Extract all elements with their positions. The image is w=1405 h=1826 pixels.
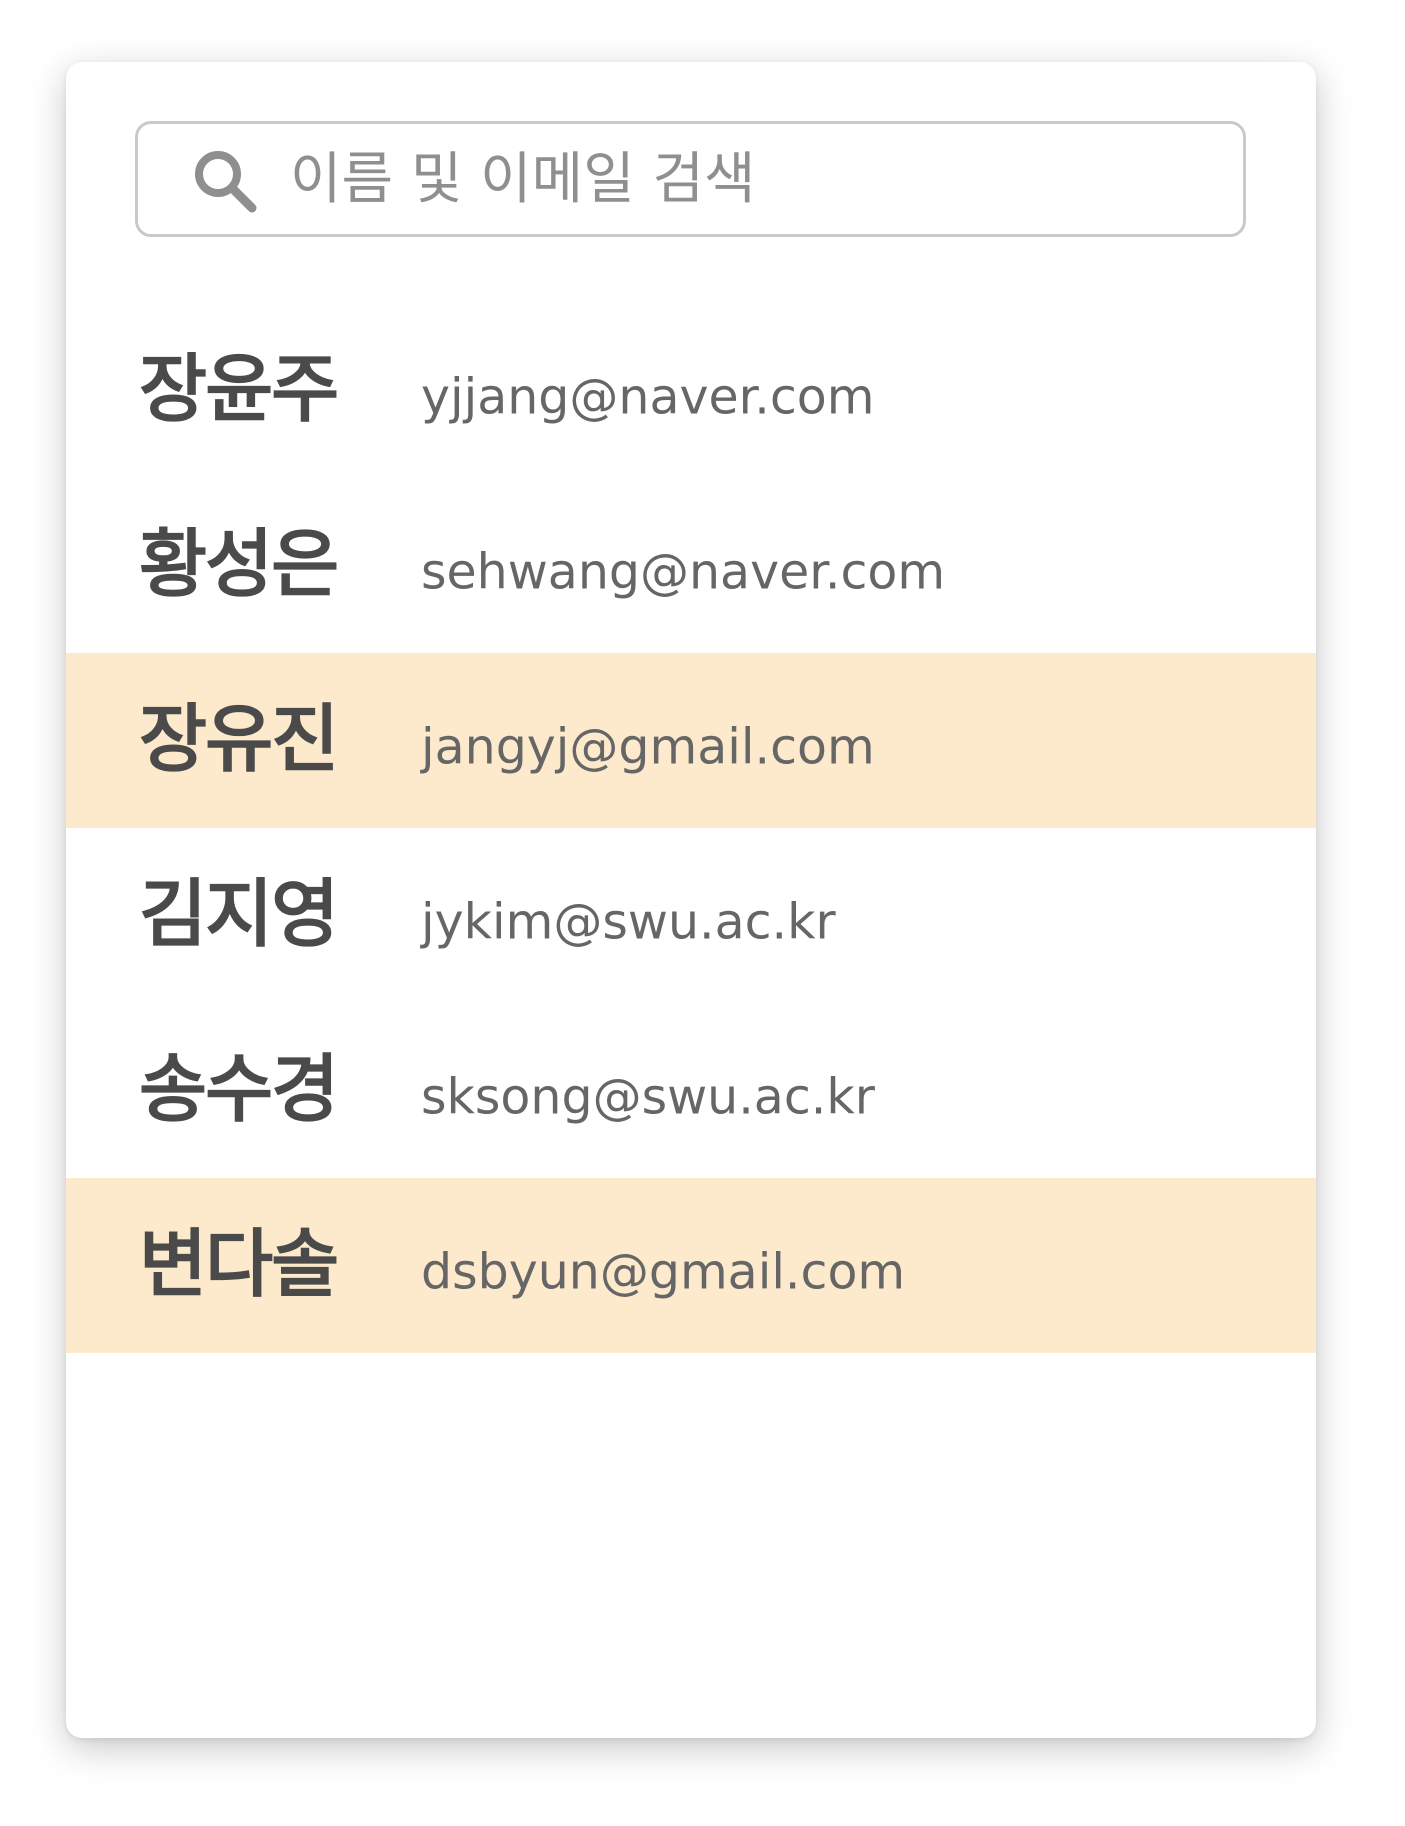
contact-name: 장윤주 — [139, 346, 339, 432]
contact-name: 황성은 — [139, 521, 339, 607]
contact-name: 송수경 — [139, 1046, 339, 1132]
contact-row[interactable]: 변다솔 dsbyun@gmail.com — [66, 1178, 1316, 1353]
contact-email: sksong@swu.ac.kr — [421, 1068, 875, 1125]
contact-row[interactable]: 황성은 sehwang@naver.com — [66, 478, 1316, 653]
contact-name: 김지영 — [139, 871, 339, 957]
contact-search-panel: 장윤주 yjjang@naver.com 황성은 sehwang@naver.c… — [66, 62, 1316, 1738]
contact-email: dsbyun@gmail.com — [421, 1243, 906, 1300]
contact-email: yjjang@naver.com — [421, 368, 875, 425]
contact-row[interactable]: 김지영 jykim@swu.ac.kr — [66, 828, 1316, 1003]
contact-row[interactable]: 송수경 sksong@swu.ac.kr — [66, 1003, 1316, 1178]
search-input[interactable] — [290, 134, 1220, 224]
contact-name: 변다솔 — [139, 1221, 339, 1307]
contact-row[interactable]: 장유진 jangyj@gmail.com — [66, 653, 1316, 828]
contact-name: 장유진 — [139, 696, 339, 782]
search-icon — [190, 146, 262, 218]
contact-list: 장윤주 yjjang@naver.com 황성은 sehwang@naver.c… — [66, 303, 1316, 1353]
search-box[interactable] — [135, 121, 1246, 237]
contact-email: sehwang@naver.com — [421, 543, 946, 600]
contact-email: jykim@swu.ac.kr — [421, 893, 836, 950]
contact-row[interactable]: 장윤주 yjjang@naver.com — [66, 303, 1316, 478]
contact-email: jangyj@gmail.com — [421, 718, 875, 775]
